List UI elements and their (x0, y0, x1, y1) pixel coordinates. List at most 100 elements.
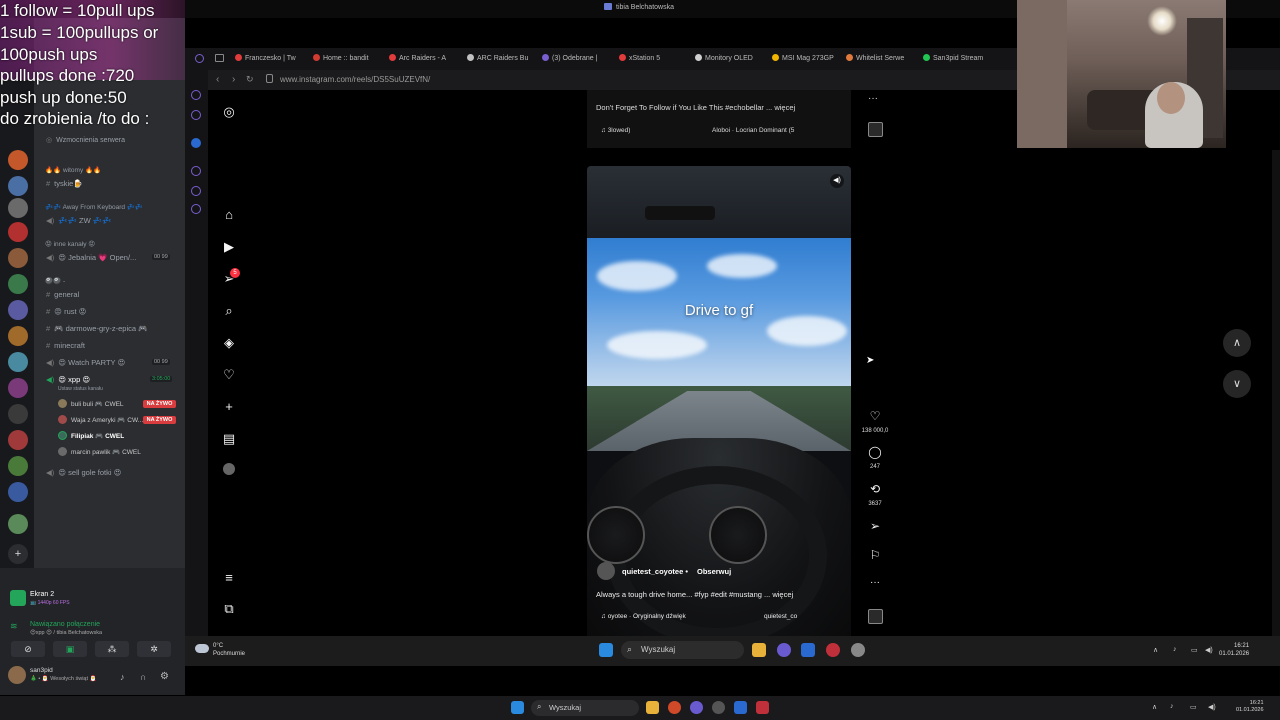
browser-tab[interactable]: xStation 5 (619, 54, 660, 62)
server-icon[interactable] (8, 326, 28, 346)
browser-tab[interactable]: (3) Odebrane | (542, 54, 597, 62)
server-icon[interactable] (8, 514, 28, 534)
browser-menu-icon[interactable] (195, 54, 204, 63)
browser-tab[interactable]: Monitory OLED (695, 54, 753, 62)
windows-start-icon[interactable] (599, 643, 613, 657)
chrome-icon[interactable] (668, 701, 681, 714)
browser-tab[interactable]: ARC Raiders Bu (467, 54, 528, 62)
tray-chevron-icon[interactable]: ∧ (1152, 703, 1157, 711)
text-channel[interactable]: # 😡 rust 😡 (46, 307, 86, 316)
steam-icon[interactable] (734, 701, 747, 714)
like-icon[interactable]: ♡ (866, 409, 884, 423)
sidebar-app-icon[interactable] (191, 90, 201, 100)
next-reel-button[interactable]: ∨ (1223, 370, 1251, 398)
voice-channel[interactable]: ◀) 😍 sell gole fotki 😍 (46, 468, 121, 477)
save-icon[interactable]: ⚐ (866, 548, 884, 562)
url-field[interactable]: www.instagram.com/reels/DS5SuUZEVfN/ (280, 75, 430, 84)
avatar[interactable] (8, 666, 26, 684)
reel-caption[interactable]: Always a tough drive home... #fyp #edit … (596, 590, 793, 599)
text-channel[interactable]: # tyskie🍺 (46, 179, 83, 188)
file-explorer-icon[interactable] (752, 643, 766, 657)
dashboard-icon[interactable]: ▤ (222, 432, 236, 446)
discord-icon[interactable] (777, 643, 791, 657)
settings-gear-icon[interactable]: ⚙ (160, 671, 169, 682)
voice-channel-active[interactable]: ◀) 😍 xpp 😍 (46, 375, 90, 384)
previous-reel[interactable]: Don't Forget To Follow if You Like This … (587, 90, 851, 148)
explore-icon[interactable]: ◈ (222, 336, 236, 350)
windows-start-icon[interactable] (511, 701, 524, 714)
prev-reel-audio[interactable]: ♫ 3lowed) (601, 127, 630, 134)
voice-channel[interactable]: ◀) 😍 Watch PARTY 😍 (46, 358, 125, 367)
category-header[interactable]: 😡 inne kanały 😡 (45, 240, 95, 248)
sidebar-app-icon[interactable] (191, 186, 201, 196)
instagram-logo-icon[interactable]: ◎ (222, 105, 236, 119)
app-icon[interactable] (756, 701, 769, 714)
author-avatar[interactable] (597, 562, 615, 580)
reel-video[interactable]: Drive to gf ◀) quietest_coyotee • Obserw… (587, 166, 851, 636)
volume-tray-icon[interactable]: ◀) (1208, 703, 1216, 711)
tab-actions-icon[interactable] (215, 54, 224, 62)
server-boost-link[interactable]: ◎ Wzmocnienia serwera (46, 136, 125, 144)
profile-avatar[interactable] (223, 463, 235, 475)
text-channel[interactable]: # 🎮 darmowe-gry-z-epica 🎮 (46, 324, 147, 333)
voice-channel[interactable]: ◀) 😍 Jebalnia 💗 Open/... (46, 253, 136, 262)
back-icon[interactable]: ‹ (216, 74, 219, 85)
headphones-icon[interactable]: ∩ (140, 672, 146, 682)
discord-icon[interactable] (690, 701, 703, 714)
more-options-icon[interactable]: ··· (866, 577, 884, 588)
network-icon[interactable]: ▭ (1191, 646, 1198, 654)
audio-thumbnail[interactable] (868, 122, 883, 137)
heart-icon[interactable]: ♡ (222, 368, 236, 382)
camera-off-button[interactable]: ⊘ (11, 641, 45, 657)
taskbar-clock[interactable]: 16:21 01.01.2026 (1236, 700, 1264, 714)
server-icon[interactable] (8, 198, 28, 218)
server-icon[interactable] (8, 150, 28, 170)
weather-widget[interactable]: 0°C Pochmurnie (213, 642, 245, 658)
audio-thumbnail[interactable] (868, 609, 883, 624)
voice-user[interactable]: marcin pawlik 🎮 CWEL (58, 447, 141, 456)
reels-icon[interactable]: ▶ (222, 240, 236, 254)
browser-tab[interactable]: Franczesko | Tw (235, 54, 296, 62)
sidebar-app-icon[interactable] (191, 166, 201, 176)
volume-tray-icon[interactable]: ◀) (1205, 646, 1213, 654)
browser-tab[interactable]: Arc Raiders - A (389, 54, 446, 62)
more-options-icon[interactable]: ··· (868, 93, 878, 104)
follow-button[interactable]: Obserwuj (697, 567, 731, 576)
server-icon[interactable] (8, 352, 28, 372)
server-icon[interactable] (8, 378, 28, 398)
server-icon[interactable] (8, 300, 28, 320)
server-icon[interactable] (8, 456, 28, 476)
reload-icon[interactable]: ↻ (246, 74, 254, 85)
text-channel[interactable]: # minecraft (46, 341, 85, 350)
repost-icon[interactable]: ⟲ (866, 482, 884, 496)
scrollbar[interactable] (1272, 150, 1280, 636)
opera-icon[interactable] (826, 643, 840, 657)
taskbar-search[interactable]: Wyszukaj (621, 641, 744, 659)
soundboard-button[interactable]: ✲ (137, 641, 171, 657)
voice-user[interactable]: buli buli 🎮 CWEL (58, 399, 124, 408)
network-icon[interactable]: ▭ (1190, 703, 1197, 711)
app-icon[interactable] (712, 701, 725, 714)
share-icon[interactable]: ➢ (866, 519, 884, 533)
settings-icon[interactable] (851, 643, 865, 657)
comment-icon[interactable]: ◯ (866, 445, 884, 459)
mic-tray-icon[interactable]: ♪ (1170, 703, 1174, 710)
voice-user[interactable]: Filipiak 🎮 CWEL (58, 431, 124, 440)
server-icon[interactable] (8, 176, 28, 196)
category-header[interactable]: 💤💤 Away From Keyboard 💤💤 (45, 203, 143, 211)
server-icon[interactable] (8, 274, 28, 294)
server-icon[interactable] (8, 222, 28, 242)
volume-icon[interactable]: ◀) (830, 174, 844, 188)
mic-icon[interactable]: ♪ (120, 672, 125, 682)
also-from-meta-icon[interactable]: ⧉ (222, 602, 236, 616)
taskbar-search[interactable]: Wyszukaj (531, 700, 639, 716)
category-header[interactable]: 🎱🎱 - (45, 277, 65, 285)
activities-button[interactable]: ⁂ (95, 641, 129, 657)
add-server-icon[interactable]: + (8, 544, 28, 564)
messenger-icon[interactable] (191, 138, 201, 148)
file-explorer-icon[interactable] (646, 701, 659, 714)
author-name[interactable]: quietest_coyotee • (622, 567, 688, 576)
category-header[interactable]: 🔥🔥 witomy 🔥🔥 (45, 166, 101, 174)
tray-chevron-icon[interactable]: ∧ (1153, 646, 1158, 654)
prev-reel-caption[interactable]: Don't Forget To Follow if You Like This … (596, 103, 795, 112)
